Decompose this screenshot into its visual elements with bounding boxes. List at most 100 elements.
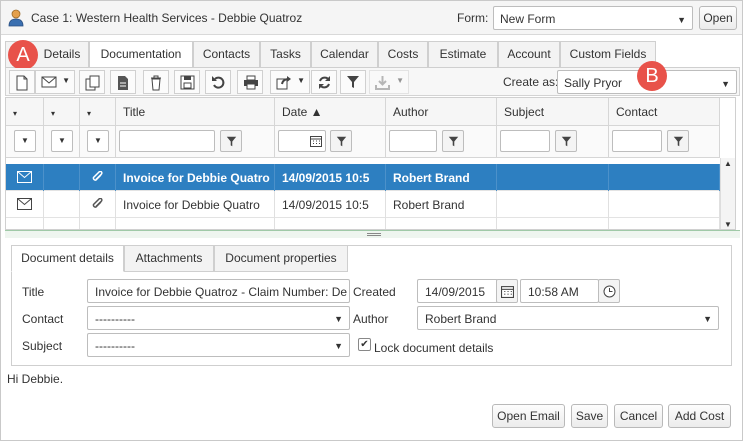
tab-tasks[interactable]: Tasks — [260, 41, 311, 67]
create-as-label: Create as: — [503, 75, 559, 89]
tab-attachments[interactable]: Attachments — [124, 245, 214, 272]
scroll-up-icon[interactable]: ▲ — [724, 159, 732, 168]
title-filter-input[interactable] — [119, 130, 215, 152]
form-select[interactable]: New Form ▼ — [493, 6, 693, 30]
print-button[interactable] — [237, 70, 263, 94]
author-select-value: Robert Brand — [425, 312, 497, 326]
contact-select[interactable]: ---------- ▼ — [87, 306, 350, 330]
created-time-field[interactable]: 10:58 AM — [520, 279, 599, 303]
column-header-contact[interactable]: Contact — [609, 98, 720, 126]
chevron-down-icon: ▼ — [396, 76, 404, 85]
clock-icon — [603, 285, 616, 298]
contact-filter-button[interactable] — [667, 130, 689, 152]
column-header-attachment[interactable]: ▾ — [80, 98, 116, 126]
filter-cell — [497, 126, 609, 158]
row-status-cell — [44, 218, 80, 229]
column-header-type[interactable]: ▾ — [6, 98, 44, 126]
row-type-cell — [6, 191, 44, 218]
delete-button[interactable] — [143, 70, 169, 94]
tab-custom-fields[interactable]: Custom Fields — [560, 41, 656, 67]
chevron-down-icon: ▾ — [13, 109, 18, 118]
copy-button[interactable] — [79, 70, 105, 94]
email-body-text[interactable]: Hi Debbie. — [7, 372, 63, 386]
filter-icon — [336, 136, 347, 147]
column-header-status[interactable]: ▾ — [44, 98, 80, 126]
filter-dropdown[interactable]: ▼ — [14, 130, 36, 152]
refresh-icon — [319, 76, 330, 89]
download-button[interactable]: ▼ — [369, 70, 409, 94]
filter-icon — [347, 76, 359, 88]
case-window: Case 1: Western Health Services - Debbie… — [0, 0, 743, 441]
share-button[interactable]: ▼ — [270, 70, 310, 94]
email-button[interactable]: ▼ — [35, 70, 75, 94]
author-select[interactable]: Robert Brand ▼ — [417, 306, 719, 330]
tab-document-properties[interactable]: Document properties — [214, 245, 348, 272]
window-title: Case 1: Western Health Services - Debbie… — [31, 11, 303, 25]
title-label: Title — [22, 285, 45, 299]
print-icon — [244, 75, 258, 90]
filter-button[interactable] — [340, 70, 366, 94]
author-filter-input[interactable] — [389, 130, 437, 152]
add-cost-button[interactable]: Add Cost — [668, 404, 731, 428]
title-filter-button[interactable] — [220, 130, 242, 152]
created-date-field[interactable]: 14/09/2015 — [417, 279, 498, 303]
filter-dropdown[interactable]: ▼ — [87, 130, 109, 152]
new-document-button[interactable] — [9, 70, 35, 94]
filter-dropdown[interactable]: ▼ — [51, 130, 73, 152]
subject-filter-input[interactable] — [500, 130, 550, 152]
subject-filter-button[interactable] — [555, 130, 577, 152]
person-icon — [8, 9, 24, 27]
date-filter-input[interactable] — [278, 130, 326, 152]
document-icon — [118, 76, 128, 90]
date-filter-button[interactable] — [330, 130, 352, 152]
lock-document-checkbox[interactable]: ✔ — [358, 338, 371, 351]
refresh-button[interactable] — [311, 70, 337, 94]
chevron-down-icon: ▼ — [297, 76, 305, 85]
save-button[interactable]: Save — [571, 404, 608, 428]
tab-calendar[interactable]: Calendar — [311, 41, 378, 67]
splitter-grip-icon[interactable] — [367, 233, 381, 236]
tab-account[interactable]: Account — [498, 41, 560, 67]
column-header-title[interactable]: Title — [116, 98, 275, 126]
filter-icon — [448, 136, 459, 147]
row-author-cell — [386, 218, 497, 229]
contact-filter-input[interactable] — [612, 130, 662, 152]
table-row[interactable]: Invoice for Debbie Quatro 14/09/2015 10:… — [6, 191, 720, 218]
tab-contacts[interactable]: Contacts — [193, 41, 260, 67]
scroll-down-icon[interactable]: ▼ — [724, 220, 732, 229]
open-form-button[interactable]: Open — [699, 6, 737, 30]
document-button[interactable] — [110, 70, 136, 94]
calendar-icon[interactable] — [310, 135, 322, 147]
column-header-subject[interactable]: Subject — [497, 98, 609, 126]
tab-documentation[interactable]: Documentation — [89, 41, 193, 68]
created-label: Created — [353, 285, 396, 299]
author-label: Author — [353, 312, 389, 326]
row-subject-cell — [497, 164, 609, 191]
tab-costs[interactable]: Costs — [378, 41, 428, 67]
author-filter-button[interactable] — [442, 130, 464, 152]
tab-document-details[interactable]: Document details — [11, 245, 124, 272]
chevron-down-icon: ▼ — [703, 314, 712, 324]
date-picker-button[interactable] — [496, 279, 518, 303]
column-header-date[interactable]: Date ▲ — [275, 98, 386, 126]
subject-select[interactable]: ---------- ▼ — [87, 333, 350, 357]
undo-button[interactable] — [205, 70, 231, 94]
row-author-cell: Robert Brand — [386, 191, 497, 218]
table-row[interactable]: Invoice for Debbie Quatro 14/09/2015 10:… — [6, 164, 720, 191]
title-field[interactable]: Invoice for Debbie Quatroz - Claim Numbe… — [87, 279, 350, 303]
pane-splitter[interactable] — [5, 230, 740, 238]
tab-estimate[interactable]: Estimate — [428, 41, 498, 67]
table-row-partial[interactable] — [6, 218, 720, 229]
open-email-button[interactable]: Open Email — [492, 404, 565, 428]
filter-cell — [275, 126, 386, 158]
grid-scrollbar[interactable]: ▲ ▼ — [720, 158, 735, 229]
filter-icon — [561, 136, 572, 147]
column-header-author[interactable]: Author — [386, 98, 497, 126]
form-label: Form: — [457, 11, 489, 25]
cancel-button[interactable]: Cancel — [614, 404, 663, 428]
row-title-cell — [116, 218, 275, 229]
paperclip-icon — [92, 170, 103, 181]
row-title-cell: Invoice for Debbie Quatro — [116, 191, 275, 218]
save-toolbar-button[interactable] — [174, 70, 200, 94]
time-picker-button[interactable] — [598, 279, 620, 303]
